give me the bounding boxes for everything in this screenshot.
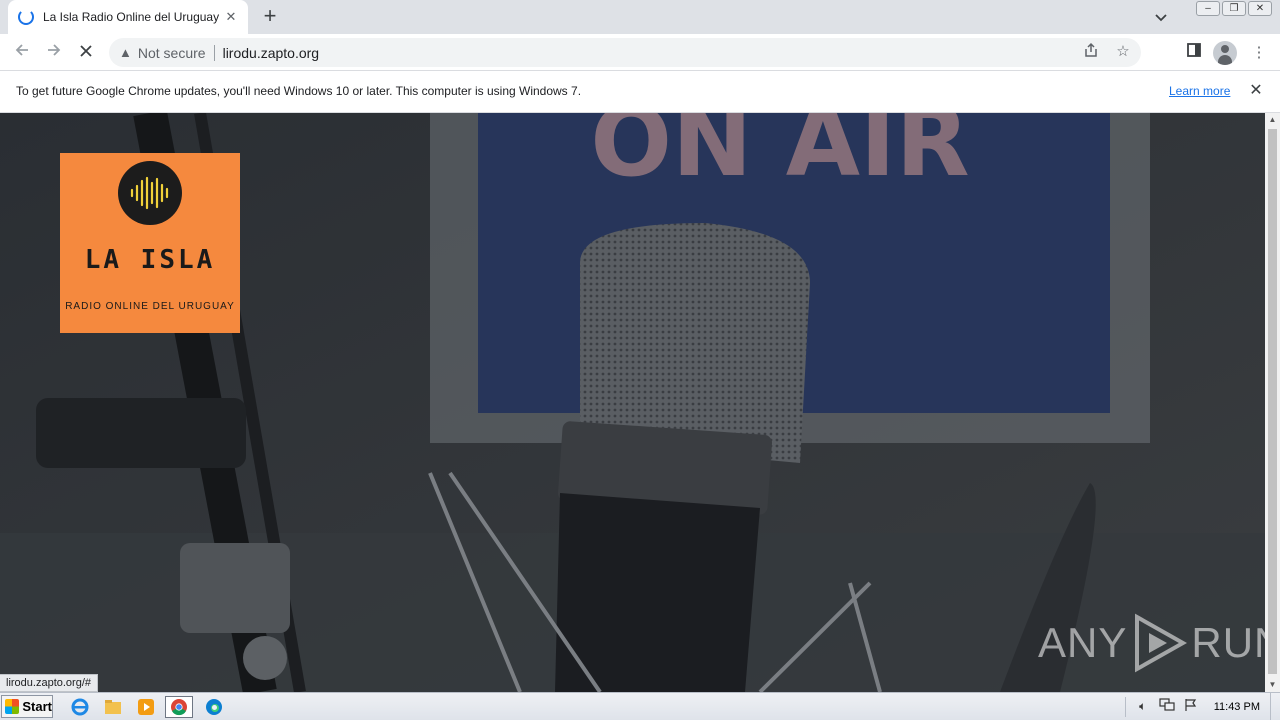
logo-subtitle: RADIO ONLINE DEL URUGUAY [65,301,235,312]
omnibox-divider [213,44,215,61]
show-desktop-button[interactable] [1270,693,1280,720]
profile-avatar-icon[interactable] [1213,41,1237,65]
volume-icon[interactable]: 🔈︎ [1134,699,1152,714]
watermark-right: RUN [1191,619,1265,666]
address-bar[interactable]: ▲ Not secure lirodu.zapto.org ☆ [109,38,1141,67]
browser-tab[interactable]: La Isla Radio Online del Uruguay - Li ✕ [8,0,248,34]
edge-icon[interactable] [200,696,228,718]
scroll-thumb[interactable] [1268,129,1277,674]
scroll-down-icon[interactable]: ▼ [1265,678,1280,692]
sound-wave-icon [118,161,182,225]
tab-strip: La Isla Radio Online del Uruguay - Li ✕ … [0,0,1280,34]
omnibox-actions: ☆ [1081,42,1133,62]
loading-spinner-icon [18,9,34,25]
new-tab-button[interactable]: + [258,5,282,29]
stop-loading-icon[interactable] [73,40,99,66]
side-panel-icon[interactable] [1181,40,1207,66]
scroll-up-icon[interactable]: ▲ [1265,113,1280,127]
tab-close-icon[interactable]: ✕ [222,8,240,26]
action-center-flag-icon[interactable] [1182,698,1200,715]
update-infobar: To get future Google Chrome updates, you… [0,71,1280,113]
forward-arrow-icon[interactable] [41,40,67,66]
warning-triangle-icon[interactable]: ▲ [119,45,132,60]
watermark-left: ANY [1038,619,1128,666]
infobar-close-icon[interactable]: ✕ [1245,80,1267,102]
file-explorer-icon[interactable] [99,696,127,718]
anyrun-watermark: ANY RUN [1038,613,1265,673]
share-icon[interactable] [1081,42,1101,62]
browser-toolbar: ▲ Not secure lirodu.zapto.org ☆ ⋮ [0,34,1280,71]
tray-divider [1124,696,1126,717]
start-label: Start [22,699,52,714]
minimize-icon[interactable]: – [1196,1,1220,16]
learn-more-link[interactable]: Learn more [1169,84,1230,98]
on-air-sign: ON AIR [590,113,969,198]
url-text[interactable]: lirodu.zapto.org [223,45,320,61]
not-secure-label[interactable]: Not secure [138,45,206,61]
windows-taskbar: Start 🔈︎ 11:43 PM [0,692,1280,720]
taskbar-clock[interactable]: 11:43 PM [1214,701,1260,713]
menu-kebab-icon[interactable]: ⋮ [1246,40,1272,66]
internet-explorer-icon[interactable] [66,696,94,718]
network-icon[interactable] [1158,698,1176,715]
logo-title: LA ISLA [84,245,216,275]
bookmark-star-icon[interactable]: ☆ [1113,42,1133,62]
play-triangle-icon [1135,613,1188,673]
start-button[interactable]: Start [1,695,53,718]
tab-title: La Isla Radio Online del Uruguay - Li [43,10,223,24]
chrome-icon[interactable] [165,696,193,718]
tab-search-chevron-icon[interactable] [1150,7,1172,29]
system-tray: 🔈︎ 11:43 PM [1124,693,1280,720]
back-arrow-icon[interactable] [9,40,35,66]
la-isla-logo[interactable]: LA ISLA RADIO ONLINE DEL URUGUAY [60,153,240,333]
page-scrollbar[interactable]: ▲ ▼ [1265,113,1280,692]
page-viewport: ON AIR LA ISLA RADIO ONLINE DEL URUGUAY … [0,113,1265,692]
window-controls: – ❐ ✕ [1196,1,1272,16]
media-player-icon[interactable] [132,696,160,718]
infobar-message: To get future Google Chrome updates, you… [16,84,582,98]
windows-logo-icon [5,699,20,714]
restore-icon[interactable]: ❐ [1222,1,1246,16]
close-window-icon[interactable]: ✕ [1248,1,1272,16]
status-bubble-url: lirodu.zapto.org/# [0,674,98,692]
